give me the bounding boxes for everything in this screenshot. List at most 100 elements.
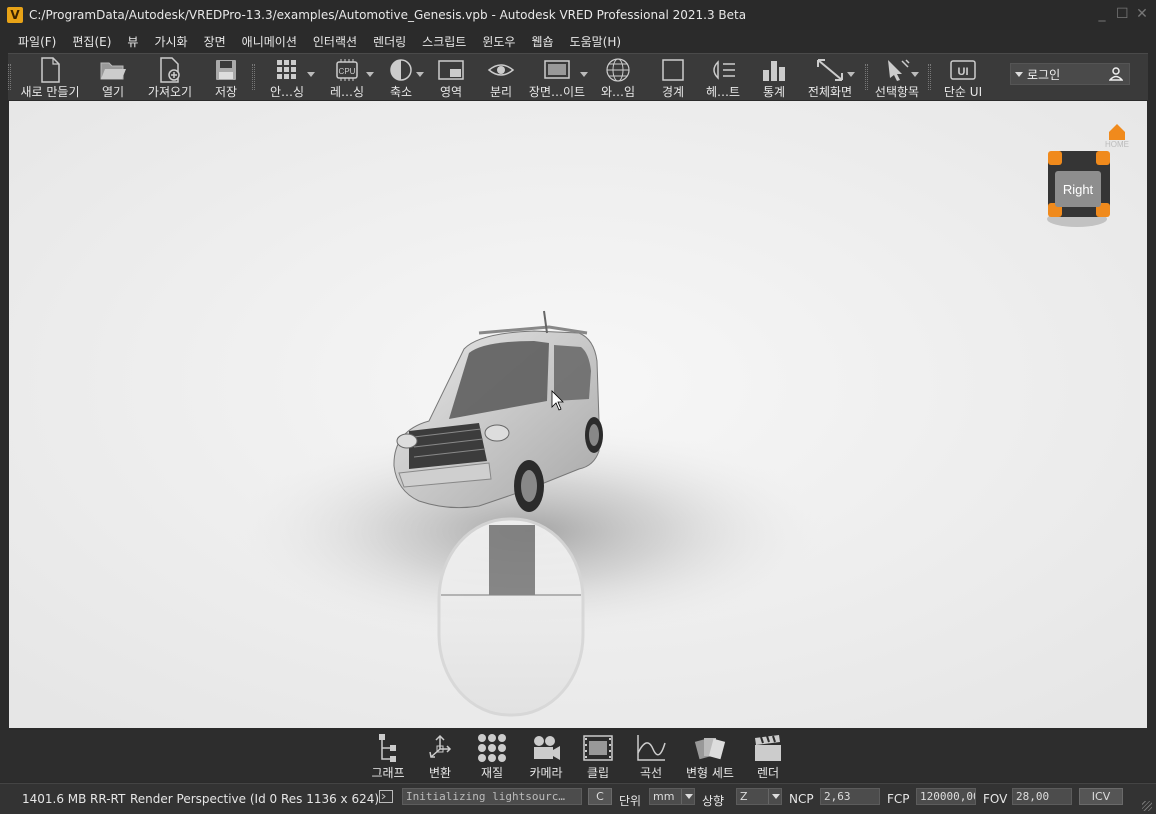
unit-select[interactable]: mm bbox=[649, 788, 695, 805]
zoom-button[interactable]: 축소 bbox=[384, 56, 418, 100]
viewcube-face-label[interactable]: Right bbox=[1063, 182, 1094, 197]
toolbar-separator bbox=[865, 64, 868, 90]
open-button[interactable]: 열기 bbox=[96, 56, 130, 100]
renderer-mode: RR-RT bbox=[90, 792, 126, 806]
toolbar-grip[interactable] bbox=[8, 64, 11, 90]
user-icon bbox=[1109, 67, 1123, 81]
bar-chart-icon bbox=[761, 56, 787, 83]
main-toolbar: 새로 만들기 열기 가져오기 저장 안…싱 CPU 레…싱 축소 영역 분리 장… bbox=[8, 53, 1148, 100]
menu-animation[interactable]: 애니메이션 bbox=[234, 33, 305, 50]
menu-edit[interactable]: 편집(E) bbox=[64, 33, 119, 50]
window-controls: _ ☐ ✕ bbox=[1096, 7, 1148, 21]
region-icon bbox=[437, 56, 465, 83]
region-button[interactable]: 영역 bbox=[434, 56, 468, 100]
save-button[interactable]: 저장 bbox=[210, 56, 242, 100]
minimize-icon[interactable]: _ bbox=[1096, 7, 1108, 21]
variant-sets-button[interactable]: 변형 세트 bbox=[682, 732, 738, 781]
scene-light-dropdown-icon[interactable] bbox=[580, 72, 588, 77]
toolbar-separator bbox=[928, 64, 931, 90]
login-dropdown[interactable]: 로그인 bbox=[1010, 63, 1130, 85]
half-circle-icon bbox=[388, 56, 414, 83]
menu-interaction[interactable]: 인터랙션 bbox=[305, 33, 365, 50]
folder-icon bbox=[99, 56, 127, 83]
up-axis-select[interactable]: Z bbox=[736, 788, 782, 805]
fullscreen-button[interactable]: 전체화면 bbox=[803, 56, 857, 100]
fullscreen-arrows-icon bbox=[815, 56, 845, 83]
chevron-down-icon bbox=[681, 789, 694, 804]
maximize-icon[interactable]: ☐ bbox=[1116, 7, 1129, 21]
selection-tool-icon bbox=[882, 56, 912, 83]
render-button[interactable]: 렌더 bbox=[750, 732, 786, 781]
curve-graph-icon bbox=[635, 732, 667, 764]
separate-button[interactable]: 분리 bbox=[484, 56, 518, 100]
film-strip-icon bbox=[583, 732, 613, 764]
clear-log-button[interactable]: C bbox=[588, 788, 612, 805]
chevron-down-icon bbox=[768, 789, 781, 804]
material-button[interactable]: 재질 bbox=[475, 732, 509, 781]
menu-scene[interactable]: 장면 bbox=[196, 33, 234, 50]
menu-help[interactable]: 도움말(H) bbox=[562, 33, 630, 50]
vred-app-icon: V bbox=[7, 7, 23, 23]
boundary-button[interactable]: 경계 bbox=[656, 56, 690, 100]
import-button[interactable]: 가져오기 bbox=[144, 56, 196, 100]
mouse-navigation-overlay bbox=[437, 517, 585, 717]
render-info: Render Perspective (Id 0 Res 1136 x 624) bbox=[130, 792, 380, 806]
window-title: C:/ProgramData/Autodesk/VREDPro-13.3/exa… bbox=[29, 8, 747, 22]
svg-text:HOME: HOME bbox=[1105, 140, 1129, 149]
save-disk-icon bbox=[214, 56, 238, 83]
status-bar: 1401.6 MB RR-RT Render Perspective (Id 0… bbox=[0, 783, 1156, 814]
menu-visualization[interactable]: 가시화 bbox=[146, 33, 195, 50]
svg-text:UI: UI bbox=[958, 66, 969, 78]
menu-webshop[interactable]: 웹숍 bbox=[523, 33, 561, 50]
menu-file[interactable]: 파일(F) bbox=[10, 33, 64, 50]
scene-light-button[interactable]: 장면…이트 bbox=[526, 56, 588, 100]
terminal-icon[interactable] bbox=[379, 790, 393, 803]
simple-ui-button[interactable]: UI 단순 UI bbox=[938, 56, 988, 100]
new-file-icon bbox=[39, 56, 61, 83]
wireframe-button[interactable]: 와…임 bbox=[598, 56, 638, 100]
material-balls-icon bbox=[477, 732, 507, 764]
menu-script[interactable]: 스크립트 bbox=[414, 33, 474, 50]
ncp-input[interactable]: 2,63 bbox=[820, 788, 880, 805]
resize-grip[interactable] bbox=[1142, 801, 1152, 811]
render-viewport[interactable]: HOME Right bbox=[9, 101, 1147, 728]
camera-button[interactable]: 카메라 bbox=[524, 732, 568, 781]
antialiasing-dropdown-icon[interactable] bbox=[307, 72, 315, 77]
transform-arrows-icon bbox=[425, 732, 455, 764]
fullscreen-dropdown-icon[interactable] bbox=[847, 72, 855, 77]
headlight-icon bbox=[708, 56, 738, 83]
clip-button[interactable]: 클립 bbox=[581, 732, 615, 781]
scenegraph-icon bbox=[376, 732, 400, 764]
bottom-toolbar: 그래프 변환 재질 카메라 클립 곡선 변형 세트 렌더 bbox=[0, 730, 1156, 782]
ui-icon: UI bbox=[950, 56, 976, 83]
antialiasing-button[interactable]: 안…싱 bbox=[265, 56, 309, 100]
zoom-dropdown-icon[interactable] bbox=[416, 72, 424, 77]
icv-button[interactable]: ICV bbox=[1079, 788, 1123, 805]
fcp-input[interactable]: 120000,00 bbox=[916, 788, 976, 805]
chevron-down-icon bbox=[1015, 71, 1023, 77]
svg-text:CPU: CPU bbox=[339, 67, 356, 76]
scene-render: HOME Right bbox=[9, 101, 1147, 728]
curve-button[interactable]: 곡선 bbox=[634, 732, 668, 781]
boundary-box-icon bbox=[661, 56, 685, 83]
transform-button[interactable]: 변환 bbox=[422, 732, 458, 781]
raytracing-button[interactable]: CPU 레…싱 bbox=[324, 56, 370, 100]
menu-view[interactable]: 뷰 bbox=[119, 33, 146, 50]
up-axis-label: 상향 bbox=[702, 794, 725, 808]
close-icon[interactable]: ✕ bbox=[1136, 7, 1148, 21]
eye-icon bbox=[487, 56, 515, 83]
fov-input[interactable]: 28,00 bbox=[1012, 788, 1072, 805]
raytracing-dropdown-icon[interactable] bbox=[366, 72, 374, 77]
fov-label: FOV bbox=[983, 792, 1008, 806]
movie-camera-icon bbox=[530, 732, 562, 764]
graph-button[interactable]: 그래프 bbox=[368, 732, 408, 781]
menu-window[interactable]: 윈도우 bbox=[474, 33, 523, 50]
antialiasing-grid-icon bbox=[275, 56, 299, 83]
selection-dropdown-icon[interactable] bbox=[911, 72, 919, 77]
log-output-field[interactable]: Initializing lightsourc… bbox=[402, 788, 582, 805]
stats-button[interactable]: 통계 bbox=[758, 56, 790, 100]
selection-button[interactable]: 선택항목 bbox=[870, 56, 924, 100]
menu-rendering[interactable]: 렌더링 bbox=[365, 33, 414, 50]
headlight-button[interactable]: 헤…트 bbox=[702, 56, 744, 100]
new-button[interactable]: 새로 만들기 bbox=[18, 56, 82, 100]
